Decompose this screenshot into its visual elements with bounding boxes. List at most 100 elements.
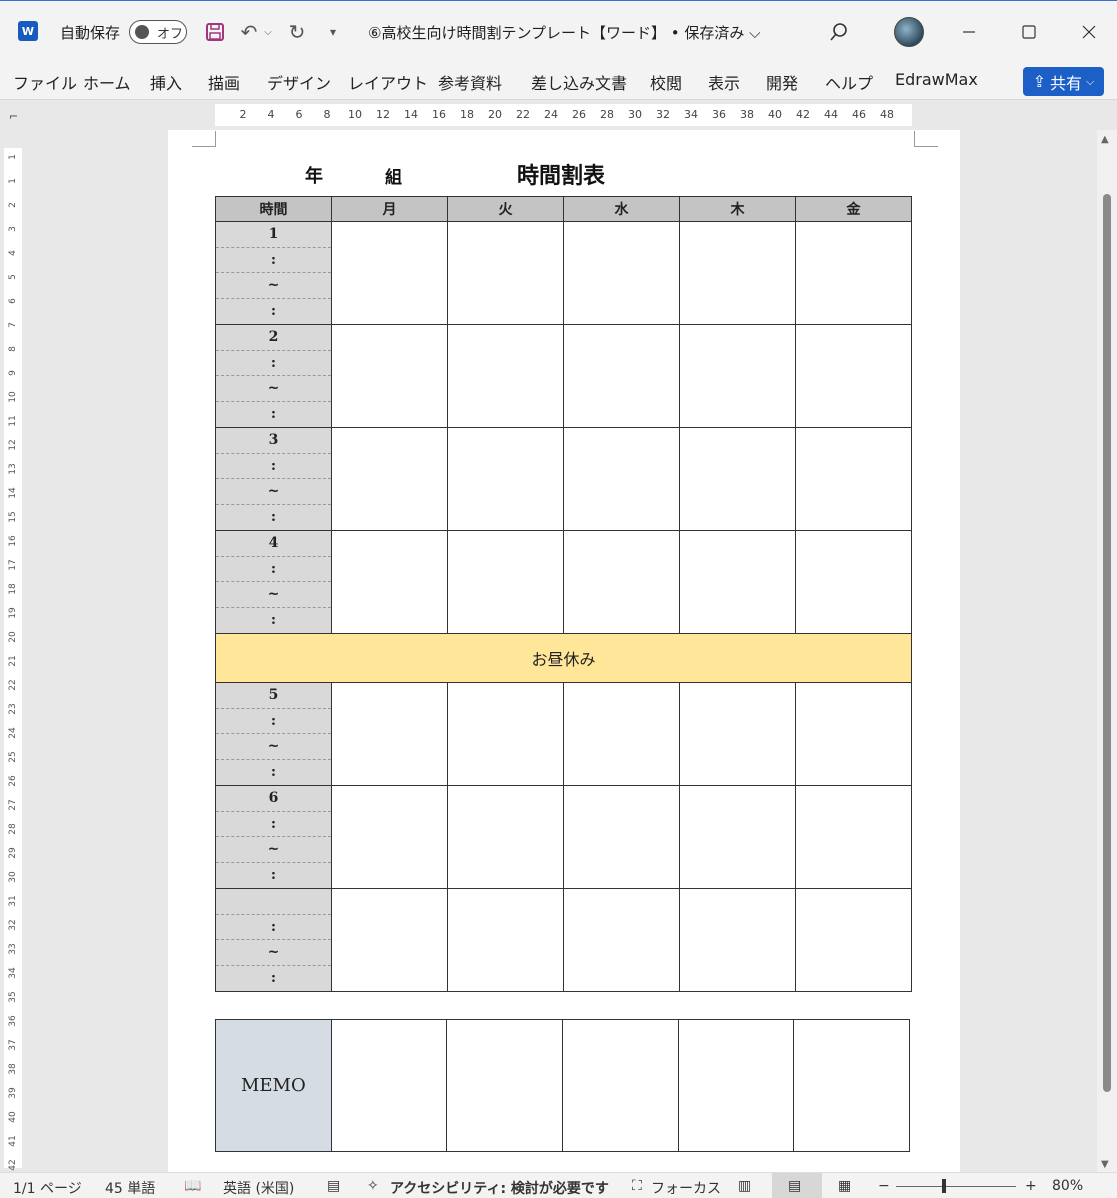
class-cell[interactable]: [331, 530, 448, 634]
class-cell[interactable]: [795, 682, 912, 786]
tab-help[interactable]: ヘルプ: [825, 70, 873, 94]
class-cell[interactable]: [679, 221, 796, 325]
class-cell[interactable]: [795, 785, 912, 889]
tab-draw[interactable]: 描画: [208, 70, 240, 94]
memo-cell[interactable]: [330, 1019, 448, 1152]
tab-layout[interactable]: レイアウト: [348, 70, 428, 94]
time-cell[interactable]: 5: ~:: [215, 682, 332, 786]
class-cell[interactable]: [563, 427, 680, 531]
tab-view[interactable]: 表示: [708, 70, 740, 94]
avatar[interactable]: [894, 17, 924, 47]
time-cell[interactable]: 3: ~:: [215, 427, 332, 531]
class-cell[interactable]: [563, 785, 680, 889]
document-title[interactable]: ⑥高校生向け時間割テンプレート【ワード】 • 保存済み ⌵: [368, 1, 761, 63]
class-cell[interactable]: [331, 888, 448, 992]
horizontal-ruler[interactable]: 2 4 6 8 10 12 14 16 18 20 22 24 26 28 30 32 34 36 38 40 42 44…: [215, 104, 912, 126]
word-count[interactable]: 45 単語: [105, 1178, 155, 1198]
class-cell[interactable]: [331, 427, 448, 531]
vertical-ruler[interactable]: 1 1 2 3 4 5 6 7 8 9 10 11 12 13 14 15 16 17 18 19 20 21 22 23 24…: [4, 148, 22, 1171]
class-cell[interactable]: [447, 785, 564, 889]
class-cell[interactable]: [679, 530, 796, 634]
vertical-scrollbar[interactable]: ▲ ▼: [1097, 130, 1117, 1172]
memo-cell[interactable]: [446, 1019, 563, 1152]
track-changes-icon[interactable]: ▤: [327, 1178, 340, 1194]
class-cell[interactable]: [679, 682, 796, 786]
scroll-down-icon[interactable]: ▼: [1101, 1159, 1109, 1170]
class-cell[interactable]: [563, 324, 680, 428]
save-icon[interactable]: [202, 19, 228, 45]
autosave-toggle[interactable]: オフ: [129, 20, 187, 44]
class-cell[interactable]: [563, 888, 680, 992]
zoom-slider-thumb[interactable]: [942, 1179, 946, 1193]
class-cell[interactable]: [795, 324, 912, 428]
zoom-level[interactable]: 80%: [1052, 1178, 1083, 1194]
class-cell[interactable]: [331, 324, 448, 428]
accessibility-status[interactable]: アクセシビリティ: 検討が必要です: [390, 1178, 609, 1198]
zoom-in-button[interactable]: +: [1025, 1178, 1037, 1194]
class-cell[interactable]: [795, 530, 912, 634]
memo-cell[interactable]: [793, 1019, 910, 1152]
read-mode-icon[interactable]: ▥: [738, 1178, 751, 1194]
language[interactable]: 英語 (米国): [223, 1178, 294, 1198]
class-cell[interactable]: [447, 682, 564, 786]
time-slot: 3: [216, 428, 331, 454]
accessibility-icon[interactable]: ✧: [367, 1178, 379, 1194]
lunch-break[interactable]: お昼休み: [215, 633, 912, 683]
class-cell[interactable]: [679, 324, 796, 428]
time-cell[interactable]: 4: ~:: [215, 530, 332, 634]
tab-design[interactable]: デザイン: [267, 70, 331, 94]
time-cell[interactable]: 2: ~:: [215, 324, 332, 428]
tab-home[interactable]: ホーム: [83, 70, 131, 94]
class-cell[interactable]: [795, 221, 912, 325]
class-cell[interactable]: [563, 682, 680, 786]
scroll-up-icon[interactable]: ▲: [1101, 134, 1109, 145]
focus-mode[interactable]: フォーカス: [651, 1178, 721, 1198]
tab-edrawmax[interactable]: EdrawMax: [895, 70, 978, 89]
class-cell[interactable]: [679, 785, 796, 889]
time-cell[interactable]: 1: ~:: [215, 221, 332, 325]
redo-icon[interactable]: ↻: [284, 19, 310, 45]
web-layout-icon[interactable]: ▦: [838, 1178, 851, 1194]
time-slot: :: [216, 915, 331, 940]
word-icon[interactable]: W: [18, 21, 38, 41]
minimize-icon[interactable]: [956, 19, 982, 45]
share-button[interactable]: ⇪ 共有 ⌵: [1023, 67, 1104, 96]
tab-references[interactable]: 参考資料: [438, 70, 502, 94]
zoom-out-button[interactable]: −: [878, 1178, 890, 1194]
class-cell[interactable]: [795, 427, 912, 531]
tab-review[interactable]: 校閲: [650, 70, 682, 94]
class-cell[interactable]: [563, 221, 680, 325]
search-icon[interactable]: [826, 19, 852, 45]
class-cell[interactable]: [679, 427, 796, 531]
close-icon[interactable]: [1076, 19, 1102, 45]
class-cell[interactable]: [679, 888, 796, 992]
class-cell[interactable]: [563, 530, 680, 634]
class-cell[interactable]: [447, 324, 564, 428]
memo-cell[interactable]: [561, 1019, 679, 1152]
zoom-slider[interactable]: [896, 1186, 1016, 1187]
class-cell[interactable]: [447, 888, 564, 992]
tab-selector-icon[interactable]: ⌐: [9, 110, 18, 123]
scroll-thumb[interactable]: [1103, 194, 1111, 1092]
tab-developer[interactable]: 開発: [766, 70, 798, 94]
undo-icon[interactable]: ↶: [236, 19, 262, 45]
proofing-icon[interactable]: 📖: [184, 1178, 201, 1194]
maximize-icon[interactable]: [1016, 19, 1042, 45]
class-cell[interactable]: [331, 785, 448, 889]
undo-dropdown-icon[interactable]: ⌵: [262, 19, 274, 45]
page-count[interactable]: 1/1 ページ: [13, 1178, 82, 1198]
class-cell[interactable]: [331, 682, 448, 786]
tab-file[interactable]: ファイル: [13, 70, 77, 94]
customize-toolbar-icon[interactable]: ▾: [320, 19, 346, 45]
class-cell[interactable]: [331, 221, 448, 325]
focus-icon[interactable]: ⛶: [632, 1178, 642, 1194]
class-cell[interactable]: [795, 888, 912, 992]
class-cell[interactable]: [447, 221, 564, 325]
time-cell[interactable]: : ~:: [215, 888, 332, 992]
time-cell[interactable]: 6: ~:: [215, 785, 332, 889]
memo-cell[interactable]: [677, 1019, 795, 1152]
tab-insert[interactable]: 挿入: [150, 70, 182, 94]
tab-mailings[interactable]: 差し込み文書: [531, 70, 627, 94]
class-cell[interactable]: [447, 530, 564, 634]
class-cell[interactable]: [447, 427, 564, 531]
